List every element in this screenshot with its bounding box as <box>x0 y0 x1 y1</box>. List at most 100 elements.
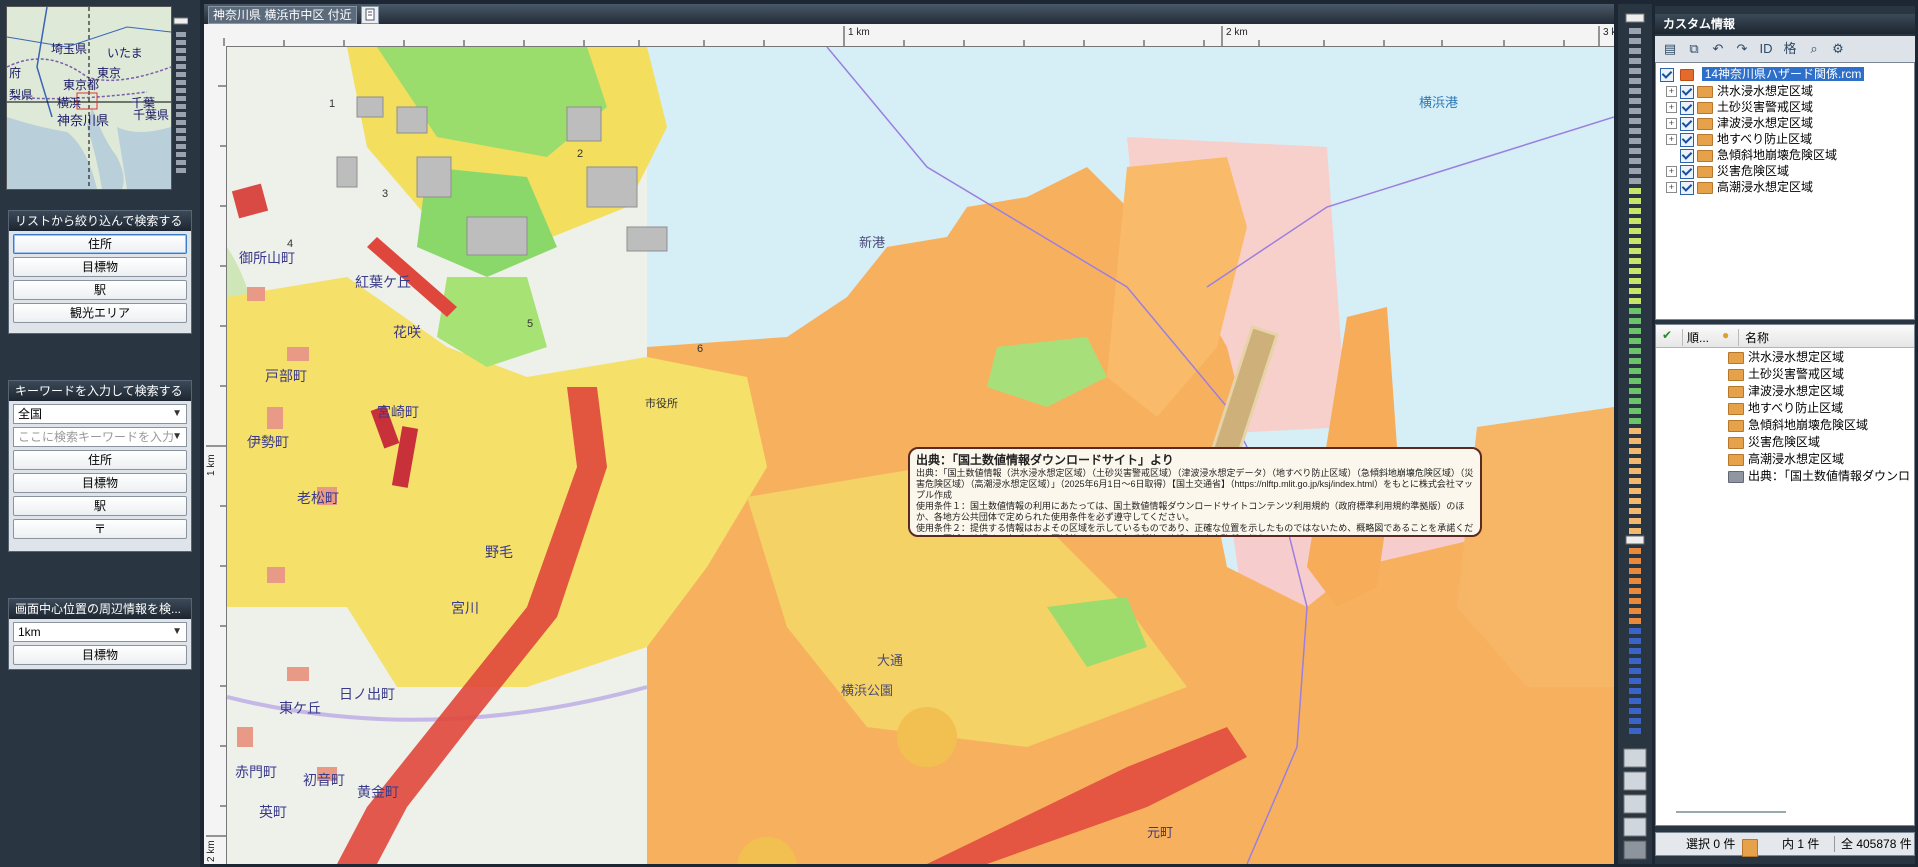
zoom-tick <box>1629 268 1641 274</box>
overview-label: 東京 <box>97 66 121 80</box>
check-icon[interactable]: ✔ <box>1662 328 1672 342</box>
overview-map[interactable]: 埼玉県 いたま 東京 東京都 府 梨県 横浜 千葉 神奈川県 千葉県 <box>6 6 172 190</box>
checkbox-icon[interactable] <box>1660 67 1674 82</box>
keyword-search-header: キーワードを入力して検索する <box>9 381 191 401</box>
expand-icon[interactable]: + <box>1666 118 1677 130</box>
redo-icon[interactable]: ↷ <box>1733 40 1751 58</box>
expand-icon[interactable]: + <box>1666 134 1677 146</box>
checkbox-icon[interactable] <box>1680 132 1694 147</box>
keyword-station-button[interactable]: 駅 <box>13 496 187 516</box>
tree-root[interactable]: 14神奈川県ハザード関係.rcm <box>1660 66 1865 82</box>
zoom-tick <box>1629 98 1641 104</box>
search-icon[interactable]: ⌕ <box>1805 40 1823 58</box>
checkbox-icon[interactable] <box>1680 148 1694 163</box>
tree-item[interactable]: + 洪水浸水想定区域 <box>1666 83 1813 99</box>
list-item[interactable]: 津波浸水想定区域 <box>1728 383 1844 400</box>
list-item-label: 津波浸水想定区域 <box>1748 384 1845 398</box>
zoom-tick <box>1629 288 1641 294</box>
keyword-input[interactable]: ここに検索キーワードを入力 ▼ <box>13 427 187 447</box>
map-tab-title[interactable]: 神奈川県 横浜市中区 付近 <box>208 6 357 24</box>
checkbox-icon[interactable] <box>1680 84 1694 99</box>
folder-icon <box>1728 368 1744 381</box>
place-label: 大通 <box>877 653 903 668</box>
overview-zoom-slider[interactable] <box>172 14 189 184</box>
tourist-area-button[interactable]: 観光エリア <box>13 303 187 323</box>
checkbox-icon[interactable] <box>1680 164 1694 179</box>
zoom-tick <box>1629 308 1641 314</box>
horizontal-scrollbar[interactable] <box>1676 811 1786 813</box>
checkbox-icon[interactable] <box>1680 100 1694 115</box>
document-icon[interactable] <box>361 6 379 24</box>
chevron-down-icon: ▼ <box>172 431 182 442</box>
place-label: 市役所 <box>645 396 678 410</box>
zoom-tick <box>1629 148 1641 154</box>
zoom-tick <box>1629 468 1641 474</box>
place-label: 宮崎町 <box>377 404 419 420</box>
expand-icon[interactable]: + <box>1666 86 1677 98</box>
overview-label: 府 <box>9 65 21 80</box>
map-zoom-bar[interactable] <box>1618 4 1652 864</box>
keyword-address-button[interactable]: 住所 <box>13 450 187 470</box>
tree-item[interactable]: + 災害危険区域 <box>1666 163 1789 179</box>
tree-item-label: 高潮浸水想定区域 <box>1717 180 1814 194</box>
folder-icon <box>1728 436 1744 449</box>
checkbox-icon[interactable] <box>1680 116 1694 131</box>
list-item[interactable]: 地すべり防止区域 <box>1728 400 1843 417</box>
list-item[interactable]: 出典：「国土数値情報ダウンロ <box>1728 468 1910 485</box>
distance-select[interactable]: 1km ▼ <box>13 622 187 642</box>
undo-icon[interactable]: ↶ <box>1709 40 1727 58</box>
tooltip-line: 出典：「国土数値情報（洪水浸水想定区域）（土砂災害警戒区域）（津波浸水想定データ… <box>916 468 1474 500</box>
bulb-icon[interactable]: ● <box>1722 328 1729 342</box>
tree-item[interactable]: + 津波浸水想定区域 <box>1666 115 1813 131</box>
tooltip-line: 使用条件２：提供する情報はおよその区域を示しているものであり、正確な位置を示した… <box>916 523 1474 535</box>
tree-item[interactable]: + 土砂災害警戒区域 <box>1666 99 1813 115</box>
settings-icon[interactable]: ⚙ <box>1829 40 1847 58</box>
tree-item[interactable]: + 高潮浸水想定区域 <box>1666 179 1813 195</box>
hazard-map[interactable]: 1 2 3 4 5 6 御所山町 紅葉ケ丘 花咲 戸部町 宮崎町 伊勢町 老松町… <box>227 47 1614 864</box>
zoom-tick <box>1629 38 1641 44</box>
list-item[interactable]: 急傾斜地崩壊危険区域 <box>1728 417 1868 434</box>
id-icon[interactable]: ID <box>1757 40 1775 58</box>
folder-icon <box>1697 165 1713 178</box>
zoom-tick <box>1629 298 1641 304</box>
folder-icon <box>1742 839 1758 857</box>
list-item[interactable]: 災害危険区域 <box>1728 434 1820 451</box>
region-select[interactable]: 全国 ▼ <box>13 404 187 424</box>
tooltip-line: 使用条件１：国土数値情報の利用にあたっては、国土数値情報ダウンロードサイトコンテ… <box>916 501 1465 522</box>
tree-item[interactable]: +急傾斜地崩壊危険区域 <box>1666 147 1837 163</box>
nearby-landmark-button[interactable]: 目標物 <box>13 645 187 665</box>
list-item[interactable]: 洪水浸水想定区域 <box>1728 349 1844 366</box>
tooltip-title: 出典：「国土数値情報ダウンロードサイト」より <box>916 453 1174 467</box>
folder-icon <box>1728 402 1744 415</box>
vertical-ruler: 1 km 2 km <box>204 46 227 864</box>
place-label: 東ケ丘 <box>279 700 321 716</box>
tree-item[interactable]: + 地すべり防止区域 <box>1666 131 1812 147</box>
zoom-tick <box>1629 208 1641 214</box>
station-button[interactable]: 駅 <box>13 280 187 300</box>
checkbox-icon[interactable] <box>1680 180 1694 195</box>
expand-icon[interactable]: + <box>1666 182 1677 194</box>
list-item[interactable]: 高潮浸水想定区域 <box>1728 451 1844 468</box>
zoom-tick <box>1629 358 1641 364</box>
expand-icon[interactable]: + <box>1666 166 1677 178</box>
left-panel: 埼玉県 いたま 東京 東京都 府 梨県 横浜 千葉 神奈川県 千葉県 リストから… <box>0 0 200 867</box>
zoom-tick <box>1629 248 1641 254</box>
name-column-header[interactable]: 名称 <box>1738 329 1769 346</box>
zoom-tick <box>1629 478 1641 484</box>
open-folder-icon[interactable]: ▤ <box>1661 40 1679 58</box>
grid-icon[interactable]: 格 <box>1781 40 1799 58</box>
zoom-tick <box>1629 228 1641 234</box>
zoom-tick <box>1629 428 1641 434</box>
order-column-header[interactable]: 順... <box>1682 329 1709 346</box>
landmark-button[interactable]: 目標物 <box>13 257 187 277</box>
zoom-tick <box>1629 108 1641 114</box>
tree-root-label: 14神奈川県ハザード関係.rcm <box>1701 67 1865 81</box>
list-item[interactable]: 土砂災害警戒区域 <box>1728 366 1844 383</box>
address-button[interactable]: 住所 <box>13 234 187 254</box>
postal-code-button[interactable]: 〒 <box>13 519 187 539</box>
overview-label: 東京都 <box>63 78 99 92</box>
keyword-landmark-button[interactable]: 目標物 <box>13 473 187 493</box>
zoom-tick <box>1629 578 1641 584</box>
layer-icon[interactable]: ⧉ <box>1685 40 1703 58</box>
expand-icon[interactable]: + <box>1666 102 1677 114</box>
